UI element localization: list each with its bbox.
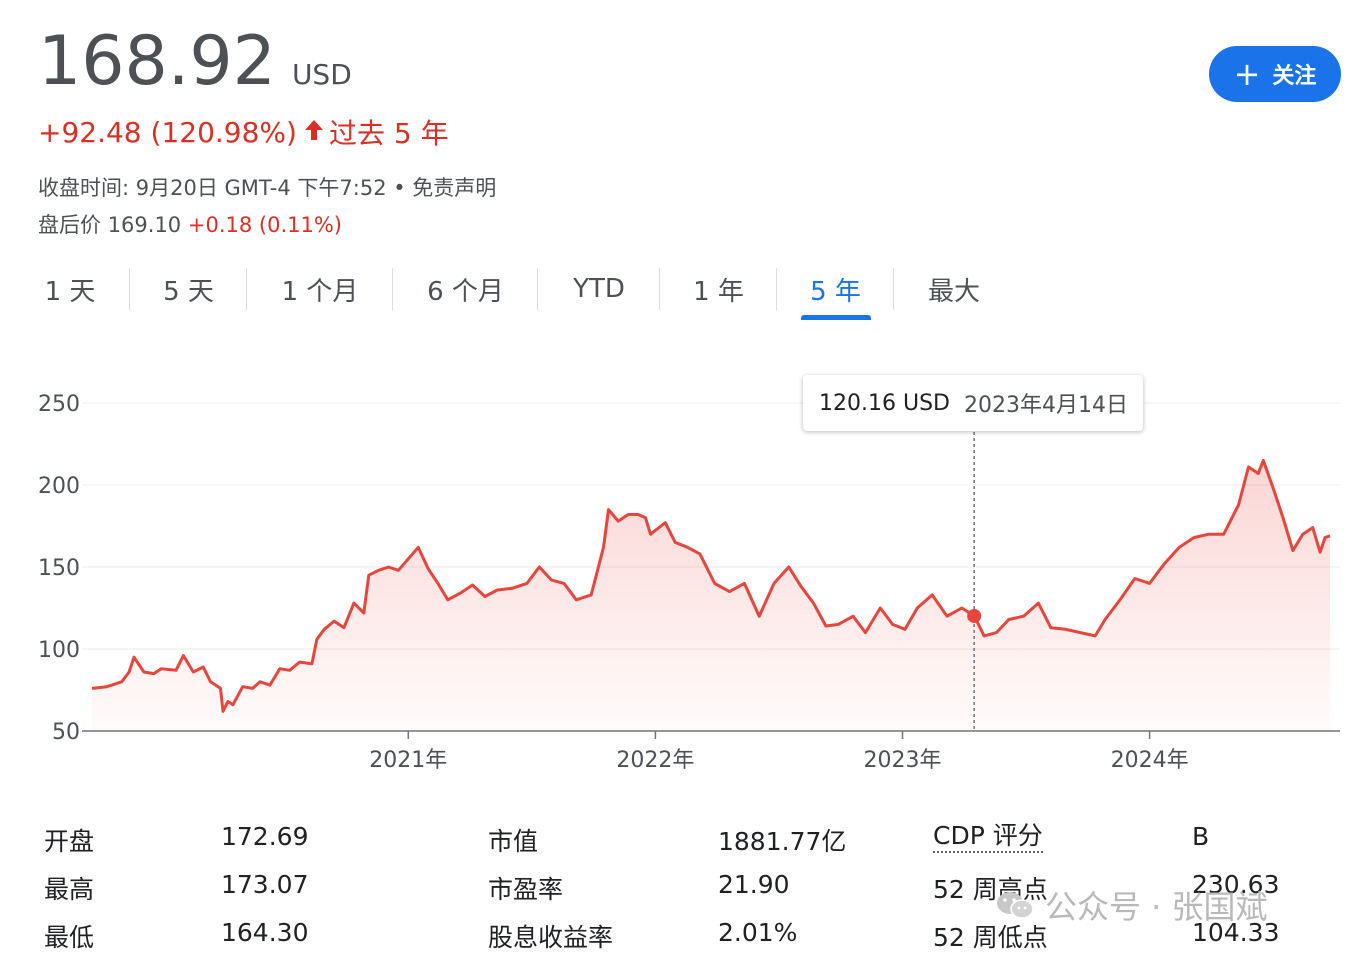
current-price: 168.92 bbox=[38, 22, 276, 101]
watermark: 公众号 · 张国斌 bbox=[995, 882, 1268, 928]
active-tab-indicator bbox=[800, 315, 871, 320]
stat-value-high: 173.07 bbox=[221, 870, 309, 899]
tab-1d[interactable]: 1 天 bbox=[10, 266, 130, 312]
stat-value-dividend-yield: 2.01% bbox=[718, 918, 798, 947]
stat-value-market-cap: 1881.77亿 bbox=[718, 827, 847, 856]
y-tick-label: 100 bbox=[38, 638, 80, 663]
stat-label-open: 开盘 bbox=[44, 827, 95, 856]
after-hours-change: +0.18 (0.11%) bbox=[187, 213, 342, 237]
y-tick-label: 250 bbox=[38, 392, 80, 417]
stat-label-pe-ratio: 市盈率 bbox=[488, 875, 564, 904]
stat-value-open: 172.69 bbox=[221, 822, 309, 851]
stat-label-low: 最低 bbox=[44, 923, 95, 952]
tab-1m[interactable]: 1 个月 bbox=[247, 266, 393, 312]
stat-value-low: 164.30 bbox=[221, 918, 309, 947]
tab-label: 6 个月 bbox=[427, 276, 504, 307]
tab-1y[interactable]: 1 年 bbox=[660, 266, 777, 312]
price-change: +92.48 (120.98%) 过去 5 年 bbox=[38, 112, 449, 152]
tab-label: 最大 bbox=[927, 276, 980, 307]
after-hours-price: 169.10 bbox=[107, 213, 182, 237]
y-tick-label: 200 bbox=[38, 474, 80, 499]
arrow-up-icon bbox=[303, 116, 325, 149]
tab-label: 5 天 bbox=[163, 276, 214, 307]
tab-max[interactable]: 最大 bbox=[894, 266, 1014, 312]
price-header: 168.92 USD bbox=[38, 22, 352, 101]
tab-5y[interactable]: 5 年 bbox=[777, 266, 894, 320]
hover-marker bbox=[967, 608, 982, 623]
currency-label: USD bbox=[291, 58, 352, 91]
stat-label-cdp-score[interactable]: CDP 评分 bbox=[933, 821, 1043, 853]
range-tabs: 1 天 5 天 1 个月 6 个月 YTD 1 年 5 年 最大 bbox=[10, 266, 1014, 322]
tooltip-value: 120.16 USD bbox=[819, 390, 950, 416]
x-tick-label: 2022年 bbox=[616, 748, 694, 773]
price-chart[interactable]: 50 100 150 200 250 2021年 2022年 2023年 2024年 bbox=[0, 360, 1370, 790]
y-tick-label: 50 bbox=[52, 720, 80, 745]
follow-label: 关注 bbox=[1272, 64, 1317, 89]
tab-label: 1 天 bbox=[44, 276, 96, 307]
stat-label-high: 最高 bbox=[44, 875, 95, 904]
tab-6m[interactable]: 6 个月 bbox=[393, 266, 538, 312]
change-period: 过去 5 年 bbox=[328, 117, 449, 150]
close-time: 收盘时间: 9月20日 GMT-4 下午7:52 • 免责声明 bbox=[38, 176, 497, 200]
stat-value-pe-ratio: 21.90 bbox=[718, 870, 790, 899]
change-value: +92.48 (120.98%) bbox=[38, 115, 297, 149]
stat-value-cdp-score: B bbox=[1192, 822, 1210, 851]
tab-label: YTD bbox=[573, 274, 625, 304]
stat-label-market-cap: 市值 bbox=[488, 827, 539, 856]
price-area bbox=[92, 460, 1330, 731]
tab-ytd[interactable]: YTD bbox=[538, 266, 660, 312]
plus-icon: + bbox=[1233, 55, 1261, 93]
tab-label: 1 个月 bbox=[281, 276, 359, 307]
x-tick-label: 2024年 bbox=[1111, 748, 1189, 773]
tab-5d[interactable]: 5 天 bbox=[130, 266, 247, 312]
tab-label: 1 年 bbox=[693, 276, 744, 307]
watermark-text: 公众号 · 张国斌 bbox=[1045, 888, 1268, 926]
wechat-icon bbox=[995, 890, 1035, 920]
stat-label-dividend-yield: 股息收益率 bbox=[488, 923, 614, 952]
x-tick-label: 2023年 bbox=[864, 748, 942, 773]
follow-button[interactable]: + 关注 bbox=[1209, 46, 1341, 102]
tooltip-date: 2023年4月14日 bbox=[963, 393, 1128, 418]
tab-label: 5 年 bbox=[810, 276, 861, 307]
after-hours: 盘后价 169.10 +0.18 (0.11%) bbox=[38, 209, 342, 239]
chart-tooltip: 120.16 USD 2023年4月14日 bbox=[803, 375, 1143, 431]
y-tick-label: 150 bbox=[38, 556, 80, 581]
x-tick-label: 2021年 bbox=[369, 748, 447, 773]
after-hours-label: 盘后价 bbox=[38, 213, 101, 237]
